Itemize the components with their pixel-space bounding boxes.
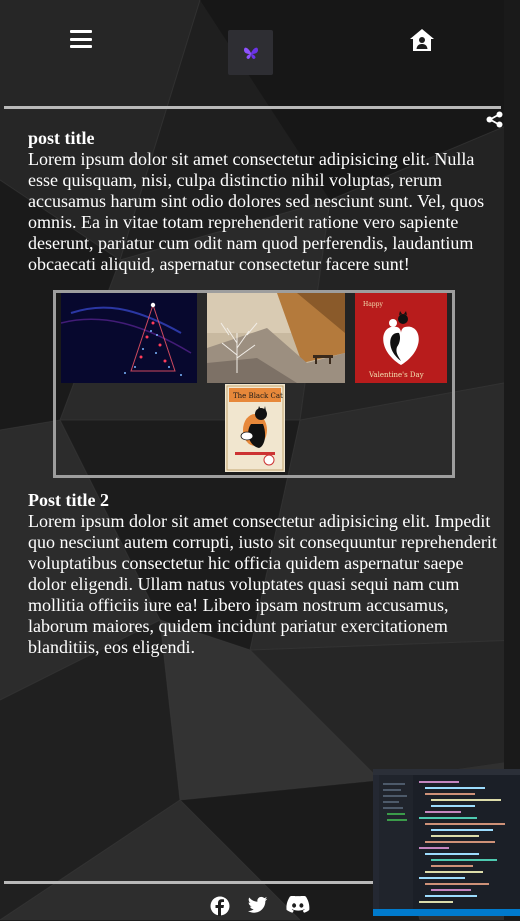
discord-icon[interactable]	[286, 895, 310, 916]
share-icon[interactable]	[486, 111, 503, 128]
post-2: Post title 2 Lorem ipsum dolor sit amet …	[28, 490, 500, 658]
post-body: Lorem ipsum dolor sit amet consectetur a…	[28, 511, 497, 657]
butterfly-icon	[243, 47, 258, 59]
hamburger-menu-icon[interactable]	[70, 30, 92, 48]
christmas-tree-image[interactable]	[61, 293, 197, 383]
valentines-caption-bottom: Valentine's Day	[368, 371, 424, 379]
social-links	[210, 895, 315, 918]
valentines-caption-top: Happy	[363, 301, 383, 308]
post-body: Lorem ipsum dolor sit amet consectetur a…	[28, 149, 485, 274]
header-divider	[4, 106, 501, 109]
site-logo[interactable]	[228, 30, 273, 75]
page: post title Lorem ipsum dolor sit amet co…	[0, 0, 520, 920]
site-header	[0, 0, 504, 106]
black-cat-poster-image[interactable]: The Black Cat	[225, 384, 285, 472]
post-title: post title	[28, 128, 95, 148]
twitter-icon[interactable]	[247, 896, 270, 916]
poster-caption: The Black Cat	[233, 392, 283, 400]
autumn-landscape-image[interactable]	[207, 293, 345, 383]
home-user-icon[interactable]	[409, 28, 435, 52]
image-gallery: Happy Valentine's Day The Black Cat	[53, 290, 455, 478]
post-1: post title Lorem ipsum dolor sit amet co…	[28, 128, 500, 275]
facebook-icon[interactable]	[210, 896, 232, 916]
post-title: Post title 2	[28, 490, 109, 510]
code-editor-preview-image[interactable]	[373, 769, 520, 916]
valentines-day-image[interactable]: Happy Valentine's Day	[355, 293, 447, 383]
